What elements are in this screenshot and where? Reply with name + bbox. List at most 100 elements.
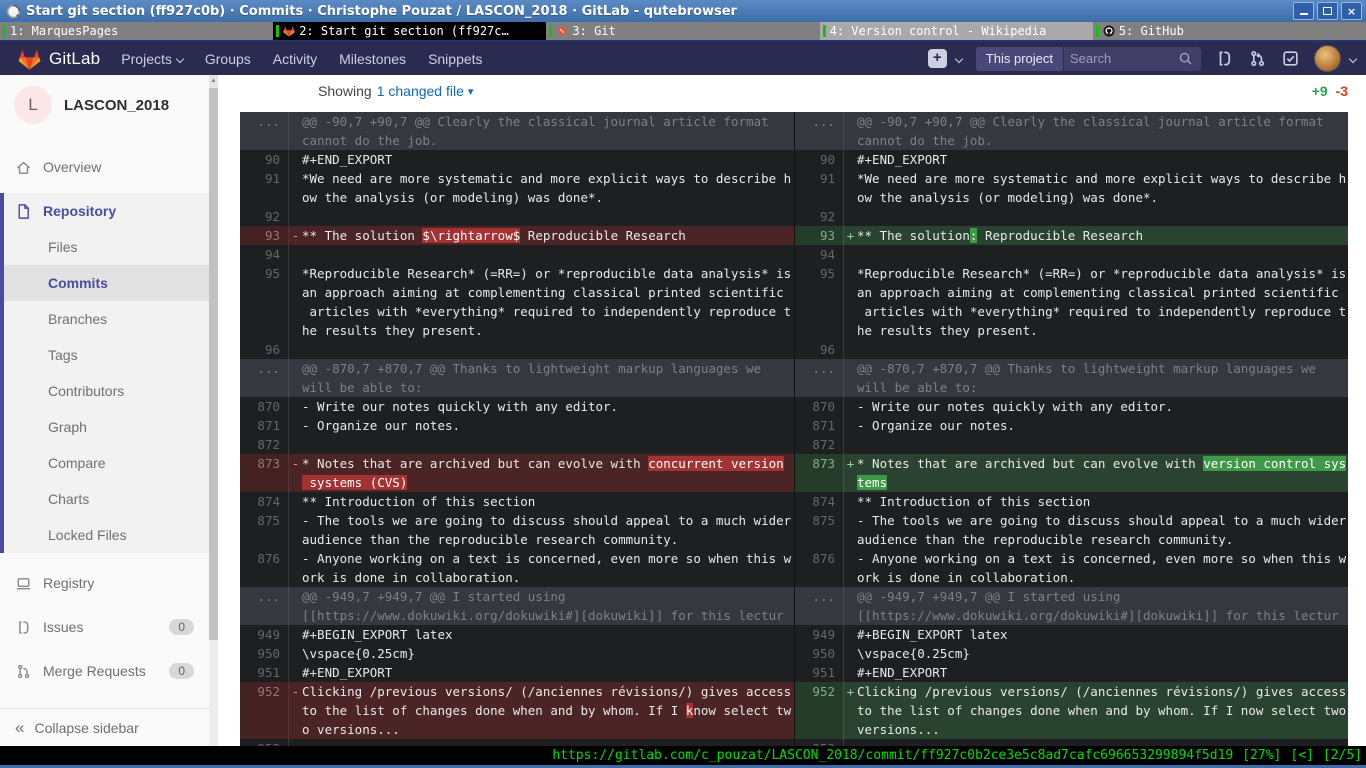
issues-nav-icon[interactable]: [1215, 49, 1234, 68]
diff-line-text: [857, 245, 865, 264]
diff-line-text: Clicking /previous versions/ (/anciennes…: [302, 682, 791, 739]
scrollbar-thumb[interactable]: [209, 88, 218, 640]
line-number: 952: [795, 682, 844, 739]
line-number: 94: [795, 245, 844, 264]
user-menu[interactable]: [1314, 45, 1356, 72]
line-number: 91: [795, 169, 844, 207]
line-number: 871: [240, 416, 289, 435]
tab-label: 2: Start git section (ff927c…: [299, 24, 509, 38]
merge-requests-nav-icon[interactable]: [1248, 49, 1267, 68]
nav-groups[interactable]: Groups: [205, 51, 251, 67]
nav-snippets[interactable]: Snippets: [428, 51, 482, 67]
close-button[interactable]: ×: [1341, 2, 1362, 20]
project-header[interactable]: L LASCON_2018: [0, 75, 209, 135]
diff-row: 91 *We need are more systematic and more…: [240, 169, 794, 207]
commit-diff: ... @@ -90,7 +90,7 @@ Clearly the classi…: [240, 112, 1348, 746]
chevron-down-icon: [955, 54, 963, 62]
browser-tab-4[interactable]: 4: Version control - Wikipedia: [820, 22, 1093, 40]
changed-files-dropdown[interactable]: 1 changed file: [377, 83, 464, 99]
diff-marker: -: [289, 226, 302, 245]
browser-tab-2-selected[interactable]: 2: Start git section (ff927c…: [273, 22, 546, 40]
sidebar-item-issues[interactable]: Issues 0: [0, 609, 209, 645]
issues-count-badge: 0: [169, 619, 194, 635]
new-menu-button[interactable]: +: [928, 49, 962, 68]
sidebar-item-overview[interactable]: Overview: [0, 149, 209, 185]
tab-load-indicator: [3, 25, 6, 37]
sidebar-item-graph[interactable]: Graph: [4, 409, 209, 445]
sidebar-item-merge-requests[interactable]: Merge Requests 0: [0, 653, 209, 689]
sidebar-item-registry[interactable]: Registry: [0, 565, 209, 601]
window-titlebar: Start git section (ff927c0b) · Commits ·…: [0, 0, 1366, 22]
nav-projects[interactable]: Projects: [121, 51, 183, 67]
browser-tab-5[interactable]: 5: GitHub: [1093, 22, 1366, 40]
close-icon: ×: [1347, 6, 1356, 17]
diff-row: 872: [795, 435, 1348, 454]
sidebar-item-repository[interactable]: Repository: [4, 193, 209, 229]
issues-icon: [15, 619, 32, 636]
statusbar-tab-index: [2/5]: [1323, 748, 1362, 763]
collapse-sidebar-button[interactable]: « Collapse sidebar: [0, 708, 209, 746]
search-scope-badge[interactable]: This project: [976, 47, 1064, 71]
sidebar-item-compare[interactable]: Compare: [4, 445, 209, 481]
line-number: 873: [240, 454, 289, 492]
line-number: 950: [240, 644, 289, 663]
search-input[interactable]: [1064, 51, 1176, 66]
diff-line-text: #+END_EXPORT: [302, 663, 392, 682]
diff-row: ... @@ -870,7 +870,7 @@ Thanks to lightw…: [240, 359, 794, 397]
diff-row: 90 #+END_EXPORT: [240, 150, 794, 169]
gitlab-logo[interactable]: GitLab: [18, 48, 100, 70]
sidebar-item-branches[interactable]: Branches: [4, 301, 209, 337]
todos-nav-icon[interactable]: [1281, 49, 1300, 68]
sidebar-item-charts[interactable]: Charts: [4, 481, 209, 517]
diff-row: 96: [795, 340, 1348, 359]
sidebar-item-locked-files[interactable]: Locked Files: [4, 517, 209, 553]
sidebar-item-contributors[interactable]: Contributors: [4, 373, 209, 409]
browser-tab-1[interactable]: 1: MarquesPages: [0, 22, 273, 40]
diff-marker: [844, 359, 857, 397]
diff-line-text: [857, 435, 865, 454]
user-avatar: [1314, 45, 1341, 72]
diff-pane-old: ... @@ -90,7 +90,7 @@ Clearly the classi…: [240, 112, 794, 746]
diff-line-text: [302, 739, 310, 746]
diff-line-text: - Anyone working on a text is concerned,…: [857, 549, 1346, 587]
minimize-icon: [1300, 13, 1308, 15]
diff-row: ... @@ -870,7 +870,7 @@ Thanks to lightw…: [795, 359, 1348, 397]
sidebar-item-files[interactable]: Files: [4, 229, 209, 265]
diff-line-text: [302, 435, 310, 454]
project-name: LASCON_2018: [64, 97, 169, 114]
diff-line-text: *Reproducible Research* (=RR=) or *repro…: [857, 264, 1346, 340]
diff-row: 953: [240, 739, 794, 746]
diff-marker: [289, 245, 302, 264]
diff-line-text: - Write our notes quickly with any edito…: [302, 397, 618, 416]
diff-line-text: - Organize our notes.: [302, 416, 460, 435]
scroll-up-arrow-icon[interactable]: ▲: [209, 75, 218, 87]
diff-line-text: - The tools we are going to discuss shou…: [302, 511, 791, 549]
diff-marker: [289, 549, 302, 587]
line-number: 876: [240, 549, 289, 587]
sidebar-item-commits[interactable]: Commits: [4, 265, 209, 301]
line-number: 953: [240, 739, 289, 746]
diff-row: ... @@ -949,7 +949,7 @@ I started using[…: [240, 587, 794, 625]
diff-row: 874 ** Introduction of this section: [240, 492, 794, 511]
nav-activity[interactable]: Activity: [273, 51, 317, 67]
diff-row: 876 - Anyone working on a text is concer…: [795, 549, 1348, 587]
diff-marker: [844, 169, 857, 207]
diff-row: 950 \vspace{0.25cm}: [795, 644, 1348, 663]
showing-label: Showing: [318, 83, 372, 99]
diff-row: 874 ** Introduction of this section: [795, 492, 1348, 511]
browser-tab-3[interactable]: 3: Git: [546, 22, 819, 40]
nav-milestones[interactable]: Milestones: [339, 51, 406, 67]
maximize-button[interactable]: [1317, 2, 1338, 20]
line-number: 874: [240, 492, 289, 511]
minimize-button[interactable]: [1293, 2, 1314, 20]
sidebar-item-tags[interactable]: Tags: [4, 337, 209, 373]
project-avatar: L: [14, 86, 52, 124]
diff-row: 93-** The solution $\rightarrow$ Reprodu…: [240, 226, 794, 245]
diff-row: 950 \vspace{0.25cm}: [240, 644, 794, 663]
diff-marker: [844, 264, 857, 340]
sidebar-scrollbar[interactable]: ▲: [209, 75, 218, 746]
diff-row: 870 - Write our notes quickly with any e…: [795, 397, 1348, 416]
diff-marker: [289, 264, 302, 340]
diff-marker: [844, 511, 857, 549]
statusbar-history-indicator: [<]: [1290, 748, 1313, 763]
